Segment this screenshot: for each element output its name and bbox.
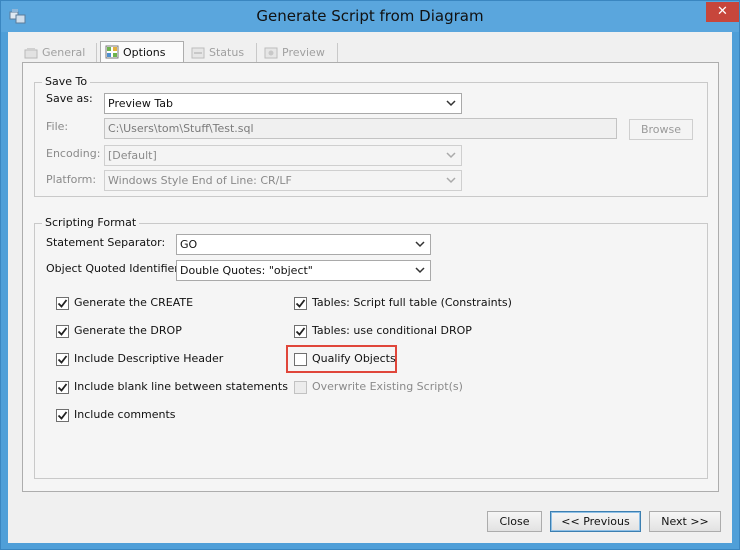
checkbox-label: Qualify Objects	[312, 352, 396, 365]
file-label: File:	[46, 120, 69, 133]
checkbox-label: Generate the CREATE	[74, 296, 194, 309]
close-icon[interactable]: ✕	[706, 2, 739, 22]
quoted-identifier-value: Double Quotes: "object"	[180, 264, 313, 277]
options-panel: Save To Save as: Preview Tab File: C:\Us…	[22, 62, 719, 492]
checkbox-label: Overwrite Existing Script(s)	[312, 380, 463, 393]
tab-preview[interactable]: Preview	[260, 43, 338, 63]
statement-separator-value: GO	[180, 238, 198, 251]
checkbox-box[interactable]	[56, 381, 69, 394]
overwrite-existing-checkbox[interactable]: Overwrite Existing Script(s)	[294, 380, 494, 396]
save-as-label: Save as:	[46, 92, 93, 105]
checkbox-label: Tables: Script full table (Constraints)	[312, 296, 512, 309]
browse-button[interactable]: Browse	[629, 119, 693, 140]
checkbox-box[interactable]	[56, 409, 69, 422]
file-path-value: C:\Users\tom\Stuff\Test.sql	[108, 122, 254, 135]
tab-options[interactable]: Options	[100, 41, 184, 64]
checkbox-box[interactable]	[294, 381, 307, 394]
save-to-legend: Save To	[42, 75, 91, 88]
status-icon	[191, 47, 205, 59]
preview-icon	[264, 47, 278, 59]
quoted-identifier-select[interactable]: Double Quotes: "object"	[176, 260, 431, 281]
checkbox-box[interactable]	[294, 325, 307, 338]
save-as-value: Preview Tab	[108, 97, 173, 110]
statement-separator-select[interactable]: GO	[176, 234, 431, 255]
window-title: Generate Script from Diagram	[256, 7, 484, 25]
tab-general[interactable]: General	[20, 43, 97, 63]
chevron-down-icon	[446, 152, 456, 159]
scripting-format-group: Scripting Format Statement Separator: GO…	[34, 216, 708, 479]
conditional-drop-checkbox[interactable]: Tables: use conditional DROP	[294, 324, 524, 340]
platform-value: Windows Style End of Line: CR/LF	[108, 174, 292, 187]
chevron-down-icon	[446, 177, 456, 184]
dialog-window: Generate Script from Diagram ✕ General O…	[0, 0, 740, 550]
chevron-down-icon	[446, 100, 456, 107]
previous-button[interactable]: << Previous	[550, 511, 641, 532]
dialog-client: General Options Status Preview Save To S…	[8, 32, 732, 543]
checkbox-label: Include blank line between statements	[74, 380, 288, 393]
tab-label: Preview	[282, 46, 325, 59]
tab-label: General	[42, 46, 86, 59]
script-full-table-checkbox[interactable]: Tables: Script full table (Constraints)	[294, 296, 524, 312]
generate-create-checkbox[interactable]: Generate the CREATE	[56, 296, 276, 312]
encoding-value: [Default]	[108, 149, 157, 162]
chevron-down-icon	[415, 241, 425, 248]
checkbox-box[interactable]	[294, 297, 307, 310]
chevron-down-icon	[415, 267, 425, 274]
checkmark-icon	[295, 327, 306, 336]
statement-separator-label: Statement Separator:	[46, 236, 166, 249]
checkbox-label: Include Descriptive Header	[74, 352, 224, 365]
checkmark-icon	[57, 299, 68, 308]
next-button[interactable]: Next >>	[649, 511, 721, 532]
options-icon	[105, 45, 119, 59]
checkbox-label: Generate the DROP	[74, 324, 182, 337]
checkbox-label: Include comments	[74, 408, 176, 421]
checkbox-box[interactable]	[56, 353, 69, 366]
checkmark-icon	[57, 411, 68, 420]
include-comments-checkbox[interactable]: Include comments	[56, 408, 276, 424]
checkmark-icon	[57, 383, 68, 392]
encoding-select[interactable]: [Default]	[104, 145, 462, 166]
checkmark-icon	[57, 355, 68, 364]
checkbox-box[interactable]	[56, 325, 69, 338]
checkbox-box[interactable]	[56, 297, 69, 310]
save-to-group: Save To Save as: Preview Tab File: C:\Us…	[34, 75, 708, 197]
checkmark-icon	[57, 327, 68, 336]
title-bar[interactable]: Generate Script from Diagram ✕	[1, 1, 739, 32]
platform-select[interactable]: Windows Style End of Line: CR/LF	[104, 170, 462, 191]
platform-label: Platform:	[46, 173, 97, 186]
tab-status[interactable]: Status	[187, 43, 257, 63]
checkbox-label: Tables: use conditional DROP	[312, 324, 472, 337]
close-button[interactable]: Close	[487, 511, 542, 532]
checkmark-icon	[295, 299, 306, 308]
tab-label: Status	[209, 46, 245, 59]
general-icon	[24, 48, 38, 59]
generate-drop-checkbox[interactable]: Generate the DROP	[56, 324, 276, 340]
encoding-label: Encoding:	[46, 147, 101, 160]
save-as-select[interactable]: Preview Tab	[104, 93, 462, 114]
tab-label: Options	[123, 46, 166, 59]
file-path-field[interactable]: C:\Users\tom\Stuff\Test.sql	[104, 118, 617, 139]
scripting-format-legend: Scripting Format	[42, 216, 140, 229]
checkbox-box[interactable]	[294, 353, 307, 366]
blank-line-checkbox[interactable]: Include blank line between statements	[56, 380, 288, 396]
qualify-objects-checkbox[interactable]: Qualify Objects	[294, 352, 396, 368]
quoted-identifier-label: Object Quoted Identifier:	[46, 262, 183, 275]
descriptive-header-checkbox[interactable]: Include Descriptive Header	[56, 352, 276, 368]
